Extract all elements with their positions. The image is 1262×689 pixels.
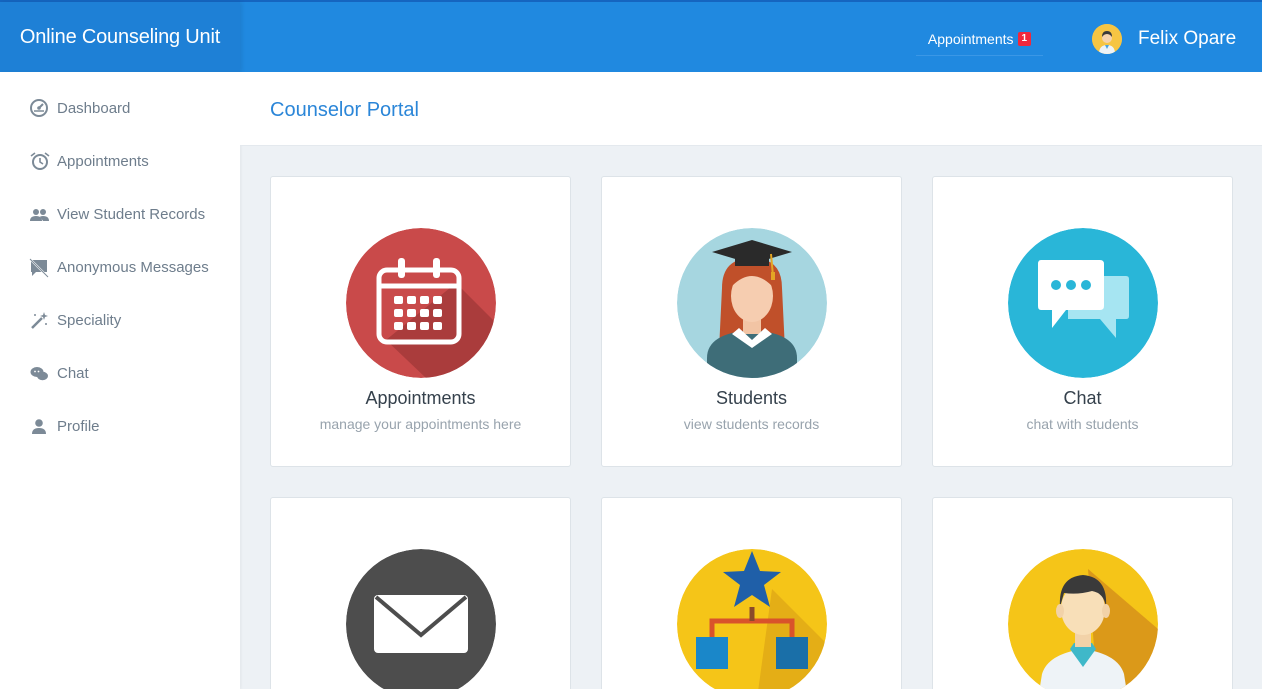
magic-wand-icon — [31, 312, 48, 329]
card-messages[interactable] — [270, 497, 571, 689]
sidebar-item-label: Speciality — [57, 311, 122, 329]
page-header: Counselor Portal — [240, 72, 1262, 146]
card-profile[interactable] — [932, 497, 1233, 689]
doctor-icon — [1008, 549, 1158, 689]
card-subtitle: view students records — [683, 416, 820, 432]
appointments-nav-label: Appointments — [927, 30, 1014, 47]
people-icon — [30, 209, 49, 221]
sidebar-item-appointments[interactable]: Appointments — [28, 146, 228, 176]
sidebar-item-label: Chat — [57, 364, 89, 382]
chat-bubbles-icon — [30, 367, 48, 381]
appointments-nav-link[interactable]: Appointments 1 — [916, 22, 1043, 56]
person-icon — [32, 419, 46, 434]
dashboard-icon — [30, 99, 48, 117]
card-speciality[interactable] — [601, 497, 902, 689]
chat-icon — [1008, 228, 1158, 378]
card-subtitle: chat with students — [1026, 416, 1139, 432]
calendar-icon — [346, 228, 496, 378]
sidebar-item-anonymous-messages[interactable]: Anonymous Messages — [28, 252, 228, 282]
message-off-icon — [29, 258, 49, 278]
sidebar-item-label: Dashboard — [57, 99, 131, 117]
sidebar-item-dashboard[interactable]: Dashboard — [28, 93, 228, 123]
sidebar-item-label: Profile — [57, 417, 100, 435]
card-title: Students — [715, 388, 788, 408]
sidebar-item-student-records[interactable]: View Student Records — [28, 199, 228, 229]
card-appointments[interactable]: Appointments manage your appointments he… — [270, 176, 571, 467]
card-subtitle: manage your appointments here — [319, 416, 522, 432]
alarm-clock-icon — [30, 152, 50, 170]
hierarchy-star-icon — [677, 549, 827, 689]
avatar — [1092, 24, 1122, 54]
sidebar-item-chat[interactable]: Chat — [28, 358, 228, 388]
brand-title[interactable]: Online Counseling Unit — [0, 2, 240, 72]
user-menu[interactable]: Felix Opare — [1092, 22, 1236, 56]
card-chat[interactable]: Chat chat with students — [932, 176, 1233, 467]
sidebar-item-profile[interactable]: Profile — [28, 411, 228, 441]
envelope-icon — [346, 549, 496, 689]
page-title: Counselor Portal — [270, 99, 419, 121]
sidebar-item-label: View Student Records — [57, 205, 206, 223]
sidebar-item-label: Appointments — [57, 152, 149, 170]
user-avatar-icon — [1092, 24, 1122, 54]
sidebar-item-speciality[interactable]: Speciality — [28, 305, 228, 335]
sidebar: Dashboard Appointments View Student Reco… — [0, 72, 240, 689]
card-title: Appointments — [365, 388, 476, 408]
notification-badge: 1 — [1017, 31, 1032, 46]
graduate-icon — [677, 228, 827, 378]
top-navbar: Online Counseling Unit Appointments 1 Fe… — [0, 0, 1262, 72]
card-students[interactable]: Students view students records — [601, 176, 902, 467]
user-name: Felix Opare — [1138, 28, 1237, 49]
sidebar-item-label: Anonymous Messages — [57, 258, 209, 276]
card-title: Chat — [1063, 388, 1102, 408]
